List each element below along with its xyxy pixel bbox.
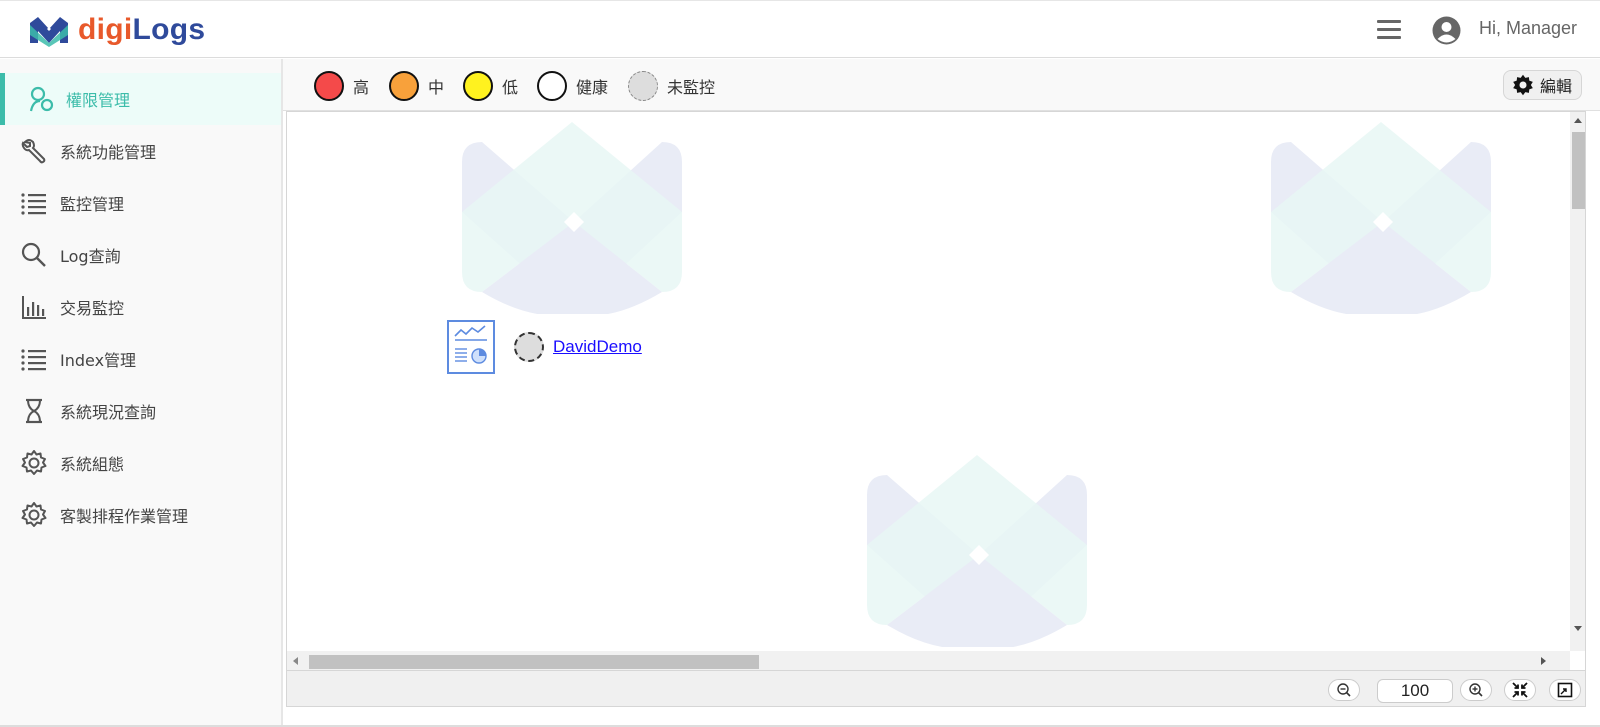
zoom-out-icon (1337, 683, 1351, 697)
node-status-unmonitored-dot (514, 332, 544, 362)
vertical-scroll-thumb[interactable] (1572, 132, 1585, 209)
bar-chart-icon (22, 296, 46, 319)
sidebar-item-label: Log查詢 (60, 247, 121, 266)
zoom-in-button[interactable] (1460, 679, 1492, 701)
scroll-left-arrow-icon[interactable] (293, 657, 298, 665)
sidebar-item-label: 系統現況查詢 (60, 403, 157, 422)
gear-icon (21, 502, 47, 527)
report-chart-icon[interactable] (447, 320, 495, 374)
fullscreen-icon (1557, 682, 1573, 698)
sidebar-item-permission-management[interactable]: 權限管理 (0, 73, 281, 125)
zoom-in-icon (1469, 683, 1483, 697)
sidebar-item-label: 客製排程作業管理 (60, 507, 189, 526)
sidebar-item-system-configuration[interactable]: 系統組態 (0, 437, 281, 489)
legend-medium-dot (389, 71, 419, 101)
horizontal-scrollbar[interactable] (287, 651, 1570, 670)
sidebar-item-monitoring-management[interactable]: 監控管理 (0, 177, 281, 229)
sidebar-item-system-status-query[interactable]: 系統現況查詢 (0, 385, 281, 437)
sidebar-item-log-query[interactable]: Log查詢 (0, 229, 281, 281)
sidebar-item-label: 系統組態 (60, 455, 125, 474)
zoom-level-input[interactable]: 100 (1377, 679, 1453, 703)
legend-unmonitored-label: 未監控 (667, 78, 716, 97)
sidebar-item-label: 系統功能管理 (60, 143, 157, 162)
sidebar-item-transaction-monitoring[interactable]: 交易監控 (0, 281, 281, 333)
scroll-down-arrow-icon[interactable] (1574, 626, 1582, 631)
vertical-scrollbar[interactable] (1570, 112, 1585, 651)
watermark-logo-icon (462, 122, 682, 314)
scroll-right-arrow-icon[interactable] (1541, 657, 1546, 665)
scroll-up-arrow-icon[interactable] (1574, 118, 1582, 123)
sidebar-item-label: Index管理 (60, 351, 137, 370)
user-permission-icon (29, 86, 54, 112)
sidebar-item-label: 監控管理 (60, 195, 125, 214)
gear-icon (1513, 74, 1533, 96)
zoom-out-button[interactable] (1328, 679, 1360, 701)
sidebar-item-index-management[interactable]: Index管理 (0, 333, 281, 385)
legend-medium-label: 中 (428, 78, 445, 97)
legend-low-label: 低 (502, 78, 519, 97)
legend-healthy-label: 健康 (576, 78, 609, 97)
legend-high-label: 高 (353, 78, 370, 97)
hamburger-icon[interactable] (1377, 20, 1401, 40)
hourglass-icon (26, 398, 42, 424)
legend-low-dot (463, 71, 493, 101)
fullscreen-button[interactable] (1549, 679, 1581, 701)
sidebar-item-custom-schedule-job-management[interactable]: 客製排程作業管理 (0, 489, 281, 541)
sidebar-nav: 權限管理 系統功能管理 監控管理 Log查詢 交易監控 Index管理 系統現況… (0, 59, 283, 727)
search-icon (21, 242, 46, 267)
watermark-logo-icon (867, 455, 1087, 647)
app-header: digiLogs Hi, Manager (0, 0, 1600, 58)
sidebar-item-system-function-management[interactable]: 系統功能管理 (0, 125, 281, 177)
topology-canvas[interactable]: DavidDemo (286, 111, 1586, 671)
horizontal-scroll-thumb[interactable] (309, 655, 759, 669)
brand-name-part1: digi (78, 13, 133, 46)
collapse-arrows-icon (1512, 682, 1528, 698)
list-icon (21, 193, 46, 215)
brand-logo[interactable]: digiLogs (28, 13, 205, 47)
legend-healthy-dot (537, 71, 567, 101)
zoom-toolbar: 100 (286, 671, 1586, 707)
sidebar-item-label: 交易監控 (60, 299, 125, 318)
legend-unmonitored-dot (628, 71, 658, 101)
edit-button[interactable]: 編輯 (1503, 70, 1582, 100)
severity-legend: 高 中 低 健康 未監控 編輯 (283, 59, 1600, 111)
watermark-logo-icon (1271, 122, 1491, 314)
wrench-icon (21, 139, 46, 164)
list-icon (21, 349, 46, 371)
sidebar-item-label: 權限管理 (66, 91, 131, 110)
fit-to-screen-button[interactable] (1504, 679, 1536, 701)
logo-mark-icon (30, 17, 68, 47)
node-link-daviddemo[interactable]: DavidDemo (553, 337, 642, 357)
brand-name-part2: Logs (132, 13, 206, 46)
user-greeting[interactable]: Hi, Manager (1479, 18, 1577, 39)
gear-icon (21, 450, 47, 475)
legend-high-dot (314, 71, 344, 101)
user-avatar-icon[interactable] (1432, 16, 1461, 45)
edit-button-label: 編輯 (1540, 77, 1573, 96)
